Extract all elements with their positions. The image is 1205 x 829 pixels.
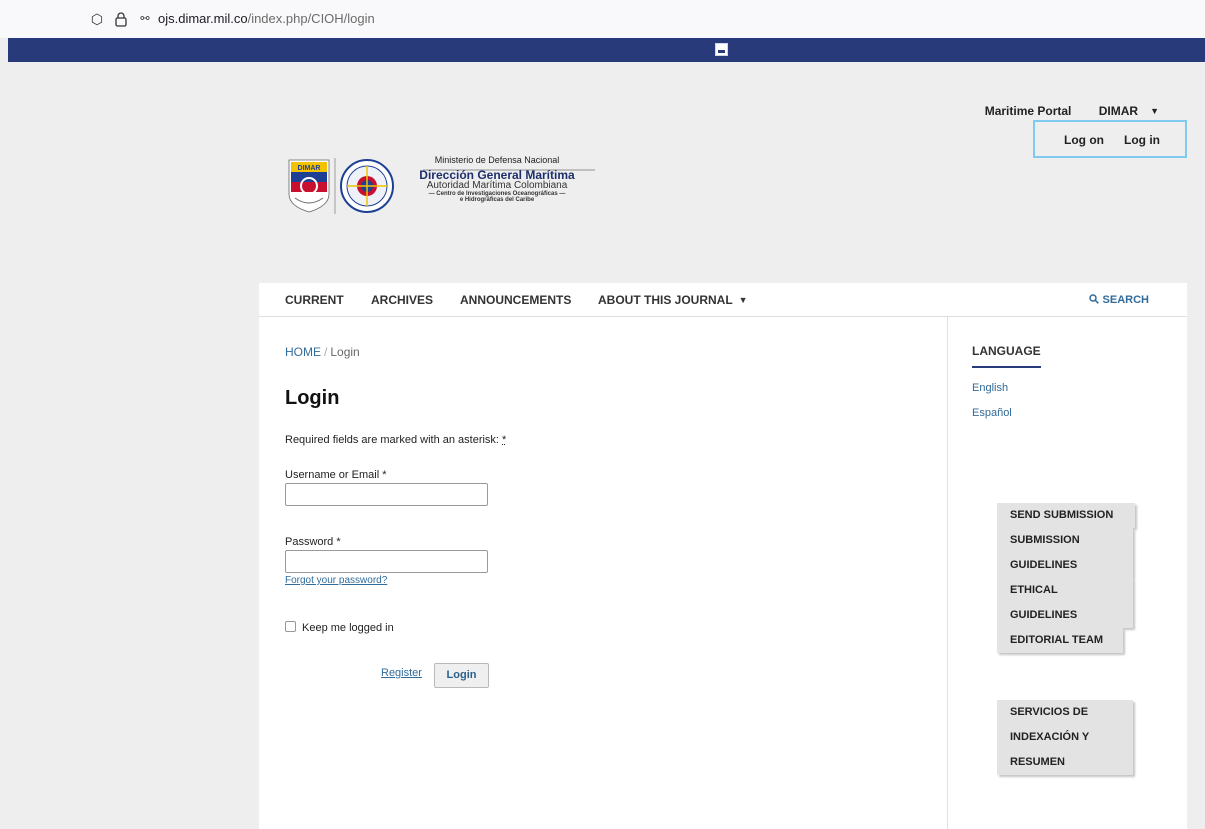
search-icon: [1089, 294, 1100, 304]
site-logo[interactable]: DIMAR Ministerio de Defensa Nacional Dir…: [287, 155, 597, 214]
nav-archives[interactable]: ARCHIVES: [371, 293, 433, 307]
keep-logged-in[interactable]: Keep me logged in: [285, 621, 394, 634]
keep-logged-in-checkbox[interactable]: [285, 621, 296, 632]
language-heading: LANGUAGE: [972, 344, 1041, 368]
main-content: HOME / Login Login Required fields are mar…: [259, 317, 948, 829]
submission-guidelines-line2: GUIDELINES: [1010, 559, 1078, 571]
required-note: Required fields are marked with an aster…: [285, 434, 506, 446]
logo-text: Ministerio de Defensa Nacional Dirección…: [399, 155, 595, 204]
register-link[interactable]: Register: [381, 667, 422, 679]
url-path: /index.php/CIOH/login: [247, 11, 375, 26]
servicios-indexacion-button[interactable]: SERVICIOS DE INDEXACIÓN Y RESUMEN: [997, 700, 1133, 775]
breadcrumb: HOME / Login: [285, 345, 360, 359]
user-nav: Maritime Portal DIMAR ▼: [973, 104, 1159, 118]
breadcrumb-current: Login: [330, 345, 360, 359]
page-title: Login: [285, 387, 340, 409]
page-margin: [8, 62, 259, 829]
breadcrumb-home[interactable]: HOME: [285, 345, 321, 359]
username-label: Username or Email *: [285, 469, 387, 481]
lock-icon[interactable]: [113, 11, 129, 27]
password-input[interactable]: [285, 550, 488, 573]
shield-icon[interactable]: ⬡: [89, 11, 105, 27]
ethical-guidelines-button[interactable]: ETHICAL GUIDELINES: [997, 578, 1133, 628]
shield-badge-text: DIMAR: [298, 165, 321, 172]
url-text[interactable]: ojs.dimar.mil.co/index.php/CIOH/login: [158, 11, 375, 27]
permissions-icon[interactable]: ⚯: [137, 11, 153, 27]
login-button[interactable]: Login: [434, 663, 489, 688]
nav-about-journal[interactable]: ABOUT THIS JOURNAL ▼: [598, 293, 748, 307]
maritime-portal-link[interactable]: Maritime Portal: [985, 104, 1072, 118]
url-domain: ojs.dimar.mil.co: [158, 11, 248, 26]
keep-logged-in-label: Keep me logged in: [302, 622, 394, 634]
send-submission-button[interactable]: SEND SUBMISSION: [997, 503, 1135, 528]
primary-nav: CURRENT ARCHIVES ANNOUNCEMENTS ABOUT THI…: [259, 283, 1187, 317]
search-label: SEARCH: [1102, 294, 1149, 306]
password-label: Password *: [285, 536, 341, 548]
log-on-link[interactable]: Log on: [1064, 133, 1104, 147]
required-note-text: Required fields are marked with an aster…: [285, 434, 499, 446]
dimar-label: DIMAR: [1098, 104, 1139, 118]
login-links-highlight: Log on Log in: [1033, 120, 1187, 158]
send-submission-label: SEND SUBMISSION: [1010, 509, 1114, 521]
search-link[interactable]: SEARCH: [1089, 294, 1149, 306]
ethical-guidelines-line1: ETHICAL: [1010, 584, 1058, 596]
forgot-password-link[interactable]: Forgot your password?: [285, 575, 387, 586]
caret-down-icon: ▼: [738, 295, 748, 305]
journal-page: Maritime Portal DIMAR ▼ Log on Log in DIM…: [259, 88, 1187, 829]
ethical-guidelines-line2: GUIDELINES: [1010, 609, 1078, 621]
submission-guidelines-button[interactable]: SUBMISSION GUIDELINES: [997, 528, 1133, 578]
required-asterisk: *: [502, 434, 507, 446]
servicios-line3: RESUMEN: [1010, 756, 1066, 768]
site-header: Maritime Portal DIMAR ▼ Log on Log in DIM…: [259, 88, 1187, 283]
nav-current[interactable]: CURRENT: [285, 293, 344, 307]
sidebar: LANGUAGE English Español SEND SUBMISSION…: [947, 317, 1187, 829]
logo-line-autoridad: Autoridad Marítima Colombiana: [426, 180, 568, 191]
broken-image-icon: [715, 43, 728, 56]
log-in-link[interactable]: Log in: [1124, 133, 1160, 147]
browser-address-bar: ⬡ ⚯ ojs.dimar.mil.co/index.php/CIOH/logi…: [0, 0, 1205, 38]
dimar-menu[interactable]: DIMAR ▼: [1087, 104, 1159, 118]
nav-about-label: ABOUT THIS JOURNAL: [598, 293, 733, 307]
editorial-team-button[interactable]: EDITORIAL TEAM: [997, 628, 1123, 653]
servicios-line2: INDEXACIÓN Y: [1010, 731, 1090, 743]
editorial-team-label: EDITORIAL TEAM: [1010, 634, 1104, 646]
language-espanol[interactable]: Español: [972, 407, 1012, 419]
submission-guidelines-line1: SUBMISSION: [1010, 534, 1080, 546]
nav-announcements[interactable]: ANNOUNCEMENTS: [460, 293, 571, 307]
username-input[interactable]: [285, 483, 488, 506]
caret-down-icon: ▼: [1150, 106, 1159, 116]
logo-line-ministry: Ministerio de Defensa Nacional: [434, 155, 560, 165]
breadcrumb-separator: /: [324, 345, 328, 359]
servicios-line1: SERVICIOS DE: [1010, 706, 1089, 718]
top-banner: [8, 38, 1205, 62]
language-english[interactable]: English: [972, 382, 1008, 394]
logo-line-caribe: e Hidrográficas del Caribe: [459, 197, 535, 203]
